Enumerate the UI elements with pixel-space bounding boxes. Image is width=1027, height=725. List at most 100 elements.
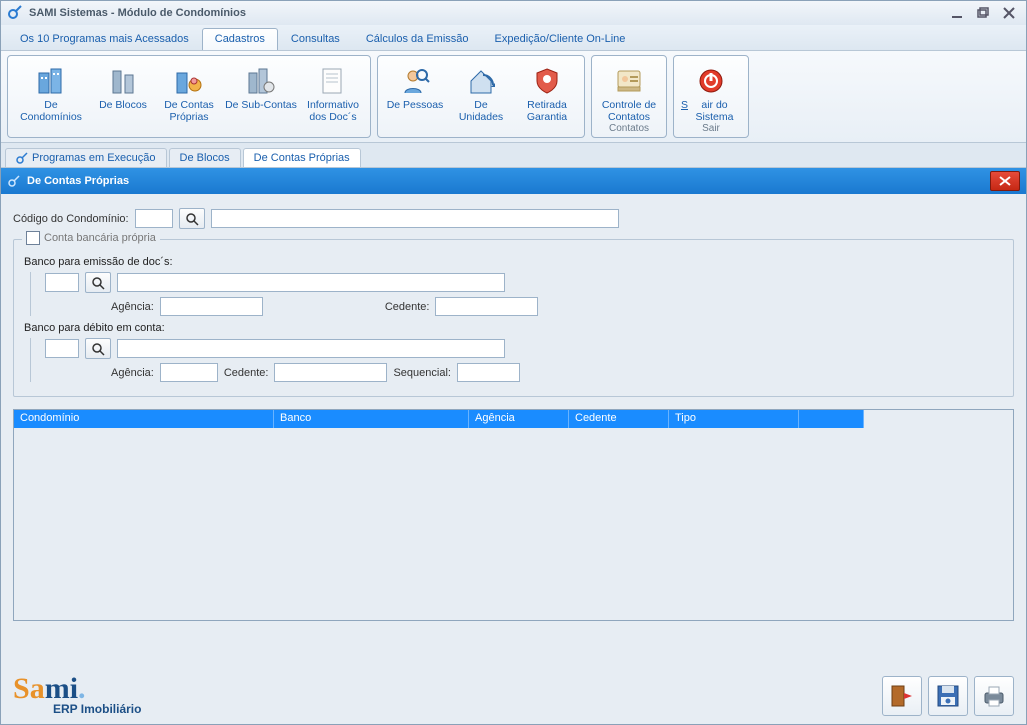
menu-os10[interactable]: Os 10 Programas mais Acessados: [7, 28, 202, 50]
checkbox-conta-propria[interactable]: [26, 231, 40, 245]
col-tipo[interactable]: Tipo: [669, 410, 799, 428]
label-banco-emissao: Banco para emissão de doc´s:: [24, 256, 1003, 268]
input-agencia-emissao[interactable]: [160, 297, 263, 316]
search-icon: [91, 276, 105, 290]
main-menu: Os 10 Programas mais Acessados Cadastros…: [1, 25, 1026, 51]
form-body: Código do Condomínio: Conta bancária pró…: [1, 194, 1026, 724]
btn-label: De Unidades: [451, 99, 511, 123]
window-close-button[interactable]: [998, 5, 1020, 21]
ribbon-group-4: Sair do Sistema Sair: [673, 55, 749, 138]
input-codigo-condominio[interactable]: [135, 209, 173, 228]
input-cedente-debito[interactable]: [274, 363, 387, 382]
docinfo-icon: [317, 65, 349, 97]
search-icon: [91, 342, 105, 356]
btn-label: De Sub-Contas: [225, 99, 297, 123]
label-cedente-1: Cedente:: [385, 301, 430, 313]
buildings-icon: [35, 65, 67, 97]
input-banco-emissao-cod[interactable]: [45, 273, 79, 292]
label-banco-debito: Banco para débito em conta:: [24, 322, 1003, 334]
lookup-condominio-button[interactable]: [179, 208, 205, 229]
btn-de-sub-contas[interactable]: De Sub-Contas: [222, 60, 300, 135]
btn-label: Controle de Contatos: [599, 99, 659, 123]
printer-icon: [981, 683, 1007, 709]
ribbon-group-3: Controle de Contatos Contatos: [591, 55, 667, 138]
subaccounts-icon: [245, 65, 277, 97]
menu-calculos[interactable]: Cálculos da Emissão: [353, 28, 482, 50]
window-minimize-button[interactable]: [946, 5, 968, 21]
col-condominio[interactable]: Condomínio: [14, 410, 274, 428]
btn-de-pessoas[interactable]: De Pessoas: [382, 60, 448, 135]
person-icon: [399, 65, 431, 97]
btn-de-unidades[interactable]: De Unidades: [448, 60, 514, 135]
input-sequencial[interactable]: [457, 363, 520, 382]
contacts-icon: [613, 65, 645, 97]
lookup-banco-emissao-button[interactable]: [85, 272, 111, 293]
tab-programas-execucao[interactable]: Programas em Execução: [5, 148, 167, 167]
menu-consultas[interactable]: Consultas: [278, 28, 353, 50]
logo-subtitle: ERP Imobiliário: [53, 702, 141, 716]
btn-label: De Pessoas: [387, 99, 444, 123]
btn-label: Sair do Sistema: [681, 99, 741, 123]
door-exit-icon: [889, 683, 915, 709]
app-window: SAMI Sistemas - Módulo de Condomínios Os…: [0, 0, 1027, 725]
grid-body[interactable]: [14, 428, 1013, 620]
open-programs-tabs: Programas em Execução De Blocos De Conta…: [1, 143, 1026, 168]
btn-controle-contatos[interactable]: Controle de Contatos Contatos: [596, 60, 662, 135]
tab-label: De Blocos: [180, 152, 230, 164]
app-icon: [7, 5, 23, 21]
checkbox-label: Conta bancária própria: [44, 232, 156, 244]
input-agencia-debito[interactable]: [160, 363, 218, 382]
lookup-banco-debito-button[interactable]: [85, 338, 111, 359]
units-icon: [465, 65, 497, 97]
window-titlebar: SAMI Sistemas - Módulo de Condomínios: [1, 1, 1026, 25]
tab-de-blocos[interactable]: De Blocos: [169, 148, 241, 167]
btn-label: De Condomínios: [15, 99, 87, 123]
input-banco-debito-cod[interactable]: [45, 339, 79, 358]
panel-title: De Contas Próprias: [27, 175, 129, 187]
menu-expedicao[interactable]: Expedição/Cliente On-Line: [482, 28, 639, 50]
label-agencia-2: Agência:: [111, 367, 154, 379]
input-cedente-emissao[interactable]: [435, 297, 538, 316]
panel-close-button[interactable]: [990, 171, 1020, 191]
input-banco-emissao-nome[interactable]: [117, 273, 505, 292]
btn-sair-sistema[interactable]: Sair do Sistema Sair: [678, 60, 744, 135]
tab-label: Programas em Execução: [32, 152, 156, 164]
sami-logo: Sami. ERP Imobiliário: [13, 676, 141, 716]
input-condominio-nome[interactable]: [211, 209, 619, 228]
col-cedente[interactable]: Cedente: [569, 410, 669, 428]
btn-label: De Blocos: [99, 99, 147, 123]
col-blank[interactable]: [799, 410, 864, 428]
btn-de-condominios[interactable]: De Condomínios: [12, 60, 90, 135]
btn-label: Retirada Garantia: [517, 99, 577, 123]
exit-button[interactable]: [882, 676, 922, 716]
key-icon: [16, 152, 28, 164]
col-banco[interactable]: Banco: [274, 410, 469, 428]
print-button[interactable]: [974, 676, 1014, 716]
btn-retirada-garantia[interactable]: Retirada Garantia: [514, 60, 580, 135]
btn-informativo-docs[interactable]: Informativo dos Doc´s: [300, 60, 366, 135]
btn-sublabel: Sair: [702, 123, 720, 134]
key-icon: [7, 174, 21, 188]
ribbon-toolbar: De Condomínios De Blocos De Contas Própr…: [1, 51, 1026, 143]
tab-de-contas-proprias[interactable]: De Contas Próprias: [243, 148, 361, 167]
menu-cadastros[interactable]: Cadastros: [202, 28, 278, 50]
ribbon-group-2: De Pessoas De Unidades Retirada Garantia: [377, 55, 585, 138]
btn-de-contas-proprias[interactable]: De Contas Próprias: [156, 60, 222, 135]
accounts-grid: Condomínio Banco Agência Cedente Tipo: [13, 409, 1014, 621]
col-agencia[interactable]: Agência: [469, 410, 569, 428]
btn-de-blocos[interactable]: De Blocos: [90, 60, 156, 135]
label-cedente-2: Cedente:: [224, 367, 269, 379]
save-button[interactable]: [928, 676, 968, 716]
label-codigo-condominio: Código do Condomínio:: [13, 213, 129, 225]
floppy-icon: [935, 683, 961, 709]
window-restore-button[interactable]: [972, 5, 994, 21]
input-banco-debito-nome[interactable]: [117, 339, 505, 358]
btn-label: De Contas Próprias: [159, 99, 219, 123]
towers-icon: [107, 65, 139, 97]
label-agencia-1: Agência:: [111, 301, 154, 313]
search-icon: [185, 212, 199, 226]
grid-header: Condomínio Banco Agência Cedente Tipo: [14, 410, 1013, 428]
footer: Sami. ERP Imobiliário: [13, 668, 1014, 716]
accounts-icon: [173, 65, 205, 97]
ribbon-group-1: De Condomínios De Blocos De Contas Própr…: [7, 55, 371, 138]
